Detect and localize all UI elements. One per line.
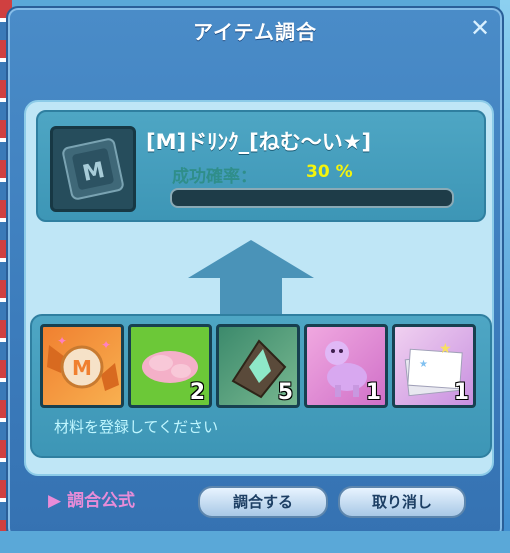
combine-progress-bar — [170, 188, 454, 208]
formula-link[interactable]: ▶ 調合公式 — [48, 486, 135, 511]
candy-m-icon: M ✦ ✦ — [47, 334, 119, 391]
material-count: 2 — [189, 380, 205, 405]
combine-panel: M [M]ドﾘﾝｸ_[ねむ～い★] 成功確率： 30 % M ✦ ✦ 2 5 1… — [24, 100, 494, 476]
success-rate-value: 30 % — [306, 162, 353, 182]
item-combine-window: アイテム調合 ✕ M [M]ドﾘﾝｸ_[ねむ～い★] 成功確率： 30 % M … — [6, 6, 504, 540]
material-slot-2[interactable]: 2 — [128, 324, 212, 408]
combine-button[interactable]: 調合する — [198, 486, 328, 518]
svg-text:✦: ✦ — [57, 334, 67, 348]
result-card: M [M]ドﾘﾝｸ_[ねむ～い★] 成功確率： 30 % — [36, 110, 486, 222]
svg-text:★: ★ — [439, 341, 452, 357]
svg-text:★: ★ — [419, 359, 428, 370]
material-count: 1 — [453, 380, 469, 405]
material-count: 5 — [277, 380, 293, 405]
close-icon[interactable]: ✕ — [468, 16, 492, 40]
success-rate-label: 成功確率： — [172, 167, 257, 187]
background-scene-bottom — [0, 531, 510, 553]
up-arrow-icon — [188, 240, 314, 314]
svg-text:✦: ✦ — [101, 338, 111, 352]
materials-area: M ✦ ✦ 2 5 1 ★ ★ 1 材料を登録してください — [30, 314, 492, 458]
material-slot-1[interactable]: M ✦ ✦ — [40, 324, 124, 408]
material-slot-3[interactable]: 5 — [216, 324, 300, 408]
drink-m-icon: M — [62, 138, 124, 200]
material-count: 1 — [365, 380, 381, 405]
cancel-button[interactable]: 取り消し — [338, 486, 466, 518]
result-item-slot[interactable]: M — [50, 126, 136, 212]
material-slot-4[interactable]: 1 — [304, 324, 388, 408]
material-slot-5[interactable]: ★ ★ 1 — [392, 324, 476, 408]
result-item-name: [M]ドﾘﾝｸ_[ねむ～い★] — [146, 130, 372, 154]
window-title: アイテム調合 — [193, 20, 317, 44]
svg-text:M: M — [72, 356, 92, 380]
materials-hint: 材料を登録してください — [54, 418, 219, 436]
